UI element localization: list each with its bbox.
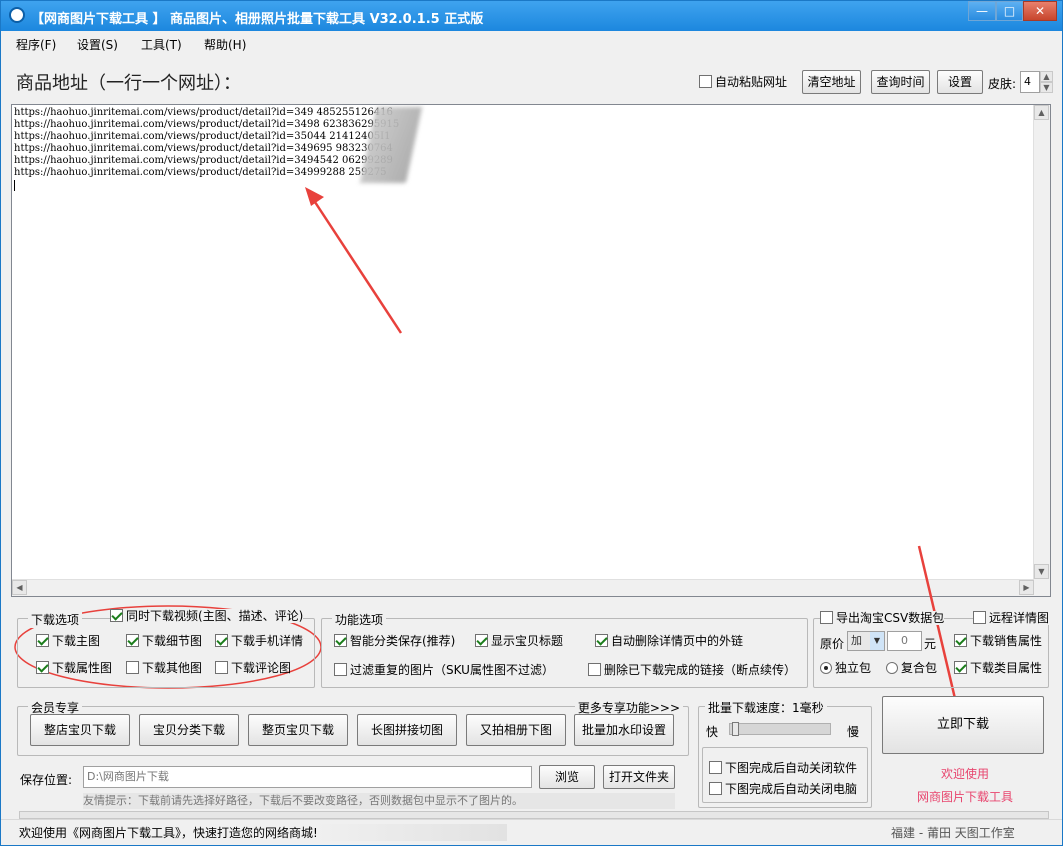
export-csv-checkbox[interactable]: 导出淘宝CSV数据包 (820, 611, 945, 625)
slider-thumb[interactable] (731, 722, 739, 736)
price-value-input[interactable]: 0 (887, 631, 922, 651)
download-review-checkbox[interactable]: 下载评论图 (215, 661, 291, 675)
checkbox-box (334, 663, 347, 676)
download-main-checkbox[interactable]: 下载主图 (36, 634, 100, 648)
download-other-label: 下载其他图 (142, 661, 203, 675)
checkbox-box (709, 761, 722, 774)
progress-bar (19, 811, 1049, 819)
checkbox-box (475, 634, 488, 647)
browse-button[interactable]: 浏览 (539, 765, 595, 789)
auto-delete-links-checkbox[interactable]: 自动删除详情页中的外链 (595, 634, 743, 648)
smart-save-label: 智能分类保存(推荐) (350, 634, 456, 648)
status-credit: 福建 - 莆田 天图工作室 (891, 826, 1015, 840)
long-image-stitch-button[interactable]: 长图拼接切图 (357, 714, 457, 746)
checkbox-box (126, 661, 139, 674)
export-csv-label: 导出淘宝CSV数据包 (836, 611, 945, 625)
save-tip-text: 友情提示：下载前请先选择好路径，下载后不要改变路径，否则数据包中显示不了图片的。 (83, 793, 675, 809)
speed-slider[interactable] (729, 722, 831, 736)
function-options-title: 功能选项 (332, 611, 387, 628)
checkbox-box (595, 634, 608, 647)
auto-close-app-checkbox[interactable]: 下图完成后自动关闭软件 (709, 761, 857, 775)
app-name-text: 网商图片下载工具 (917, 790, 1014, 804)
category-download-button[interactable]: 宝贝分类下载 (139, 714, 239, 746)
auto-shutdown-label: 下图完成后自动关闭电脑 (725, 782, 858, 796)
price-label: 原价 (820, 637, 845, 651)
checkbox-box (973, 611, 986, 624)
remote-detail-checkbox[interactable]: 远程详情图 (973, 611, 1050, 625)
checkbox-box (954, 661, 967, 674)
chevron-down-icon[interactable]: ▼ (870, 632, 884, 650)
checkbox-box (215, 634, 228, 647)
single-package-label: 独立包 (835, 661, 872, 675)
auto-close-app-label: 下图完成后自动关闭软件 (725, 761, 858, 775)
checkbox-box (36, 634, 49, 647)
radio-dot (820, 662, 832, 674)
checkbox-box (709, 782, 722, 795)
single-package-radio[interactable]: 独立包 (820, 661, 871, 675)
auto-shutdown-checkbox[interactable]: 下图完成后自动关闭电脑 (709, 782, 857, 796)
annotation-arrow-1 (311, 198, 403, 334)
smart-save-checkbox[interactable]: 智能分类保存(推荐) (334, 634, 455, 648)
multi-package-label: 复合包 (901, 661, 938, 675)
auto-delete-links-label: 自动删除详情页中的外链 (611, 634, 744, 648)
arrow-head-icon (305, 187, 324, 206)
download-attr-checkbox[interactable]: 下载属性图 (36, 661, 112, 675)
download-main-label: 下载主图 (52, 634, 101, 648)
download-options-title: 下载选项 (28, 611, 83, 628)
price-operator-value: 加 (851, 634, 862, 647)
radio-dot (886, 662, 898, 674)
welcome-text: 欢迎使用 (941, 767, 990, 781)
speed-title: 批量下载速度：1毫秒 (705, 699, 827, 716)
show-title-label: 显示宝贝标题 (491, 634, 564, 648)
class-attr-label: 下载类目属性 (970, 661, 1043, 675)
download-video-checkbox[interactable]: 同时下载视频(主图、描述、评论) (110, 609, 304, 623)
checkbox-box (820, 611, 833, 624)
multi-package-radio[interactable]: 复合包 (886, 661, 937, 675)
download-video-label: 同时下载视频(主图、描述、评论) (126, 609, 304, 623)
sales-attr-label: 下载销售属性 (970, 634, 1043, 648)
batch-watermark-button[interactable]: 批量加水印设置 (574, 714, 674, 746)
download-detail-label: 下载细节图 (142, 634, 203, 648)
checkbox-box (126, 634, 139, 647)
youpai-album-download-button[interactable]: 又拍相册下图 (466, 714, 566, 746)
price-operator-select[interactable]: 加 ▼ (847, 631, 885, 651)
save-location-label: 保存位置: (20, 773, 73, 787)
remote-detail-label: 远程详情图 (989, 611, 1050, 625)
filter-duplicates-label: 过滤重复的图片（SKU属性图不过滤） (350, 663, 554, 677)
start-download-button[interactable]: 立即下载 (882, 696, 1044, 754)
show-title-checkbox[interactable]: 显示宝贝标题 (475, 634, 563, 648)
whole-shop-download-button[interactable]: 整店宝贝下载 (30, 714, 130, 746)
save-path-input[interactable]: D:\网商图片下载 (83, 766, 532, 788)
checkbox-box (110, 609, 123, 622)
checkbox-box (36, 661, 49, 674)
delete-done-checkbox[interactable]: 删除已下载完成的链接（断点续传） (588, 663, 796, 677)
function-options-group: 功能选项 (321, 611, 808, 688)
download-detail-checkbox[interactable]: 下载细节图 (126, 634, 202, 648)
download-mobile-label: 下载手机详情 (231, 634, 304, 648)
status-message: 欢迎使用《网商图片下载工具》，快速打造您的网络商城! (19, 824, 507, 841)
download-options-group: 下载选项 (17, 611, 315, 688)
speed-fast-label: 快 (706, 725, 719, 739)
download-attr-label: 下载属性图 (52, 661, 113, 675)
csv-export-group (813, 618, 1049, 688)
price-unit-label: 元 (924, 637, 937, 651)
download-mobile-checkbox[interactable]: 下载手机详情 (215, 634, 303, 648)
app-window: 【网商图片下载工具 】 商品图片、相册照片批量下载工具 V32.0.1.5 正式… (0, 0, 1063, 846)
class-attr-checkbox[interactable]: 下载类目属性 (954, 661, 1042, 675)
open-folder-button[interactable]: 打开文件夹 (603, 765, 675, 789)
checkbox-box (215, 661, 228, 674)
checkbox-box (588, 663, 601, 676)
download-other-checkbox[interactable]: 下载其他图 (126, 661, 202, 675)
whole-page-download-button[interactable]: 整页宝贝下载 (248, 714, 348, 746)
status-bar: 欢迎使用《网商图片下载工具》，快速打造您的网络商城! 福建 - 莆田 天图工作室 (1, 819, 1062, 845)
delete-done-label: 删除已下载完成的链接（断点续传） (604, 663, 797, 677)
speed-slow-label: 慢 (847, 725, 860, 739)
filter-duplicates-checkbox[interactable]: 过滤重复的图片（SKU属性图不过滤） (334, 663, 554, 677)
download-review-label: 下载评论图 (231, 661, 292, 675)
checkbox-box (954, 634, 967, 647)
checkbox-box (334, 634, 347, 647)
sales-attr-checkbox[interactable]: 下载销售属性 (954, 634, 1042, 648)
